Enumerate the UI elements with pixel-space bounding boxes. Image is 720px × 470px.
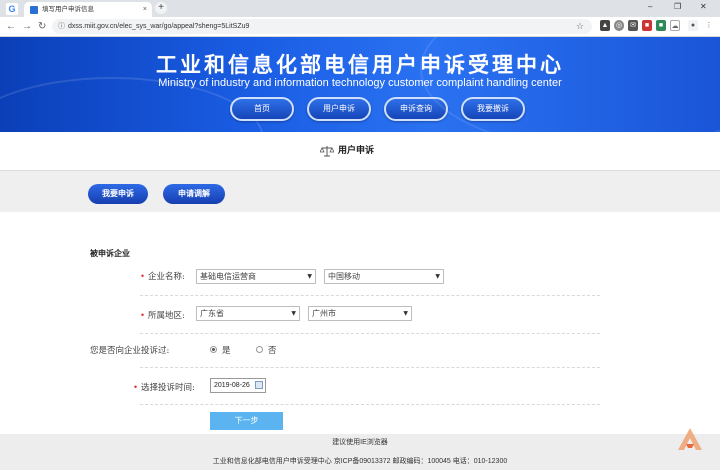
reload-icon[interactable]: ↻ <box>38 19 46 34</box>
site-favicon-icon <box>30 6 38 14</box>
forward-icon[interactable]: → <box>22 19 32 34</box>
prior-complaint-label: 您是否向企业投诉过: <box>90 346 170 356</box>
info-icon[interactable]: ⓘ <box>58 19 65 34</box>
site-header: 工业和信息化部电信用户申诉受理中心 Ministry of industry a… <box>0 37 720 132</box>
profile-icon[interactable]: ● <box>688 20 698 31</box>
chevron-down-icon: ▼ <box>307 273 312 280</box>
action-bar: 我要申诉 申请调解 <box>0 170 720 212</box>
nav-home-button[interactable]: 首页 <box>230 97 294 121</box>
nav-appeal-button[interactable]: 用户申诉 <box>307 97 371 121</box>
extension-cloud-icon[interactable]: ☁ <box>670 20 680 31</box>
tab-close-icon[interactable]: × <box>143 2 147 17</box>
back-icon[interactable]: ← <box>6 19 16 34</box>
no-radio-label: 否 <box>268 346 277 356</box>
time-label: • 选择投诉时间: <box>133 383 195 393</box>
yes-radio[interactable] <box>210 346 217 353</box>
minimize-icon[interactable]: – <box>648 2 652 11</box>
url-text: dxss.miit.gov.cn/elec_sys_war/go/appeal?… <box>68 23 250 30</box>
browser-tab[interactable]: 填写用户申诉信息 × <box>24 2 152 17</box>
address-bar[interactable]: ⓘ dxss.miit.gov.cn/elec_sys_war/go/appea… <box>52 19 592 34</box>
google-icon[interactable]: G <box>6 3 18 15</box>
chevron-down-icon: ▼ <box>435 273 440 280</box>
chevron-down-icon: ▼ <box>403 310 408 317</box>
chevron-down-icon: ▼ <box>291 310 296 317</box>
extension-pocket-icon[interactable]: ◎ <box>614 20 624 31</box>
date-input[interactable]: 2019-08-26 <box>210 378 266 393</box>
appeal-button[interactable]: 我要申诉 <box>88 184 148 204</box>
menu-dots-icon[interactable]: ⋮ <box>704 20 714 31</box>
section-title: 被申诉企业 <box>90 249 130 258</box>
company-type-select[interactable]: 基础电信运营商 ▼ <box>196 269 316 284</box>
yes-radio-label: 是 <box>222 346 231 356</box>
browser-hint: 建议使用IE浏览器 <box>332 439 388 446</box>
maximize-icon[interactable]: ❐ <box>674 2 681 11</box>
page-footer: 建议使用IE浏览器 工业和信息化部电信用户申诉受理中心 京ICP备0901337… <box>0 434 720 470</box>
province-select[interactable]: 广东省 ▼ <box>196 306 300 321</box>
city-select[interactable]: 广州市 ▼ <box>308 306 412 321</box>
browser-tab-strip: G 填写用户申诉信息 × + – ❐ ✕ <box>0 0 720 17</box>
region-label: • 所属地区: <box>140 311 185 321</box>
extension-green-icon[interactable]: ■ <box>656 20 666 31</box>
row-divider <box>140 333 600 334</box>
site-subtitle: Ministry of industry and information tec… <box>158 77 562 89</box>
site-title: 工业和信息化部电信用户申诉受理中心 <box>156 53 564 77</box>
required-mark: • <box>140 272 146 282</box>
bookmark-star-icon[interactable]: ☆ <box>576 19 584 34</box>
required-mark: • <box>133 383 139 393</box>
close-window-icon[interactable]: ✕ <box>700 2 707 11</box>
browser-toolbar: ← → ↻ ⓘ dxss.miit.gov.cn/elec_sys_war/go… <box>0 17 720 37</box>
mediation-button[interactable]: 申请调解 <box>163 184 225 204</box>
next-step-button[interactable]: 下一步 <box>210 412 283 430</box>
row-divider <box>140 295 600 296</box>
page-title-band: 用户申诉 <box>0 132 720 170</box>
required-mark: • <box>140 311 146 321</box>
nav-query-button[interactable]: 申诉查询 <box>384 97 448 121</box>
footer-info: 工业和信息化部电信用户申诉受理中心 京ICP备09013372 邮政编码：100… <box>212 458 508 465</box>
company-name-select[interactable]: 中国移动 ▼ <box>324 269 444 284</box>
nav-withdraw-button[interactable]: 我要撤诉 <box>461 97 525 121</box>
row-divider <box>140 367 600 368</box>
watermark-logo-icon <box>678 428 702 450</box>
extension-envelope-icon[interactable]: ✉ <box>628 20 638 31</box>
company-label: • 企业名称: <box>140 272 185 282</box>
complaint-form: 被申诉企业 • 企业名称: 基础电信运营商 ▼ 中国移动 ▼ • 所属地区: 广东省 ▼ … <box>0 212 720 434</box>
calendar-icon[interactable] <box>255 381 263 389</box>
page-title: 用户申诉 <box>338 145 375 155</box>
tab-title: 填写用户申诉信息 <box>42 6 94 13</box>
extension-badge-icon[interactable]: ■ <box>642 20 652 31</box>
row-divider <box>140 404 600 405</box>
extension-incognito-icon[interactable]: ▲ <box>600 20 610 31</box>
new-tab-button[interactable]: + <box>155 2 167 14</box>
scale-icon <box>320 146 334 157</box>
no-radio[interactable] <box>256 346 263 353</box>
